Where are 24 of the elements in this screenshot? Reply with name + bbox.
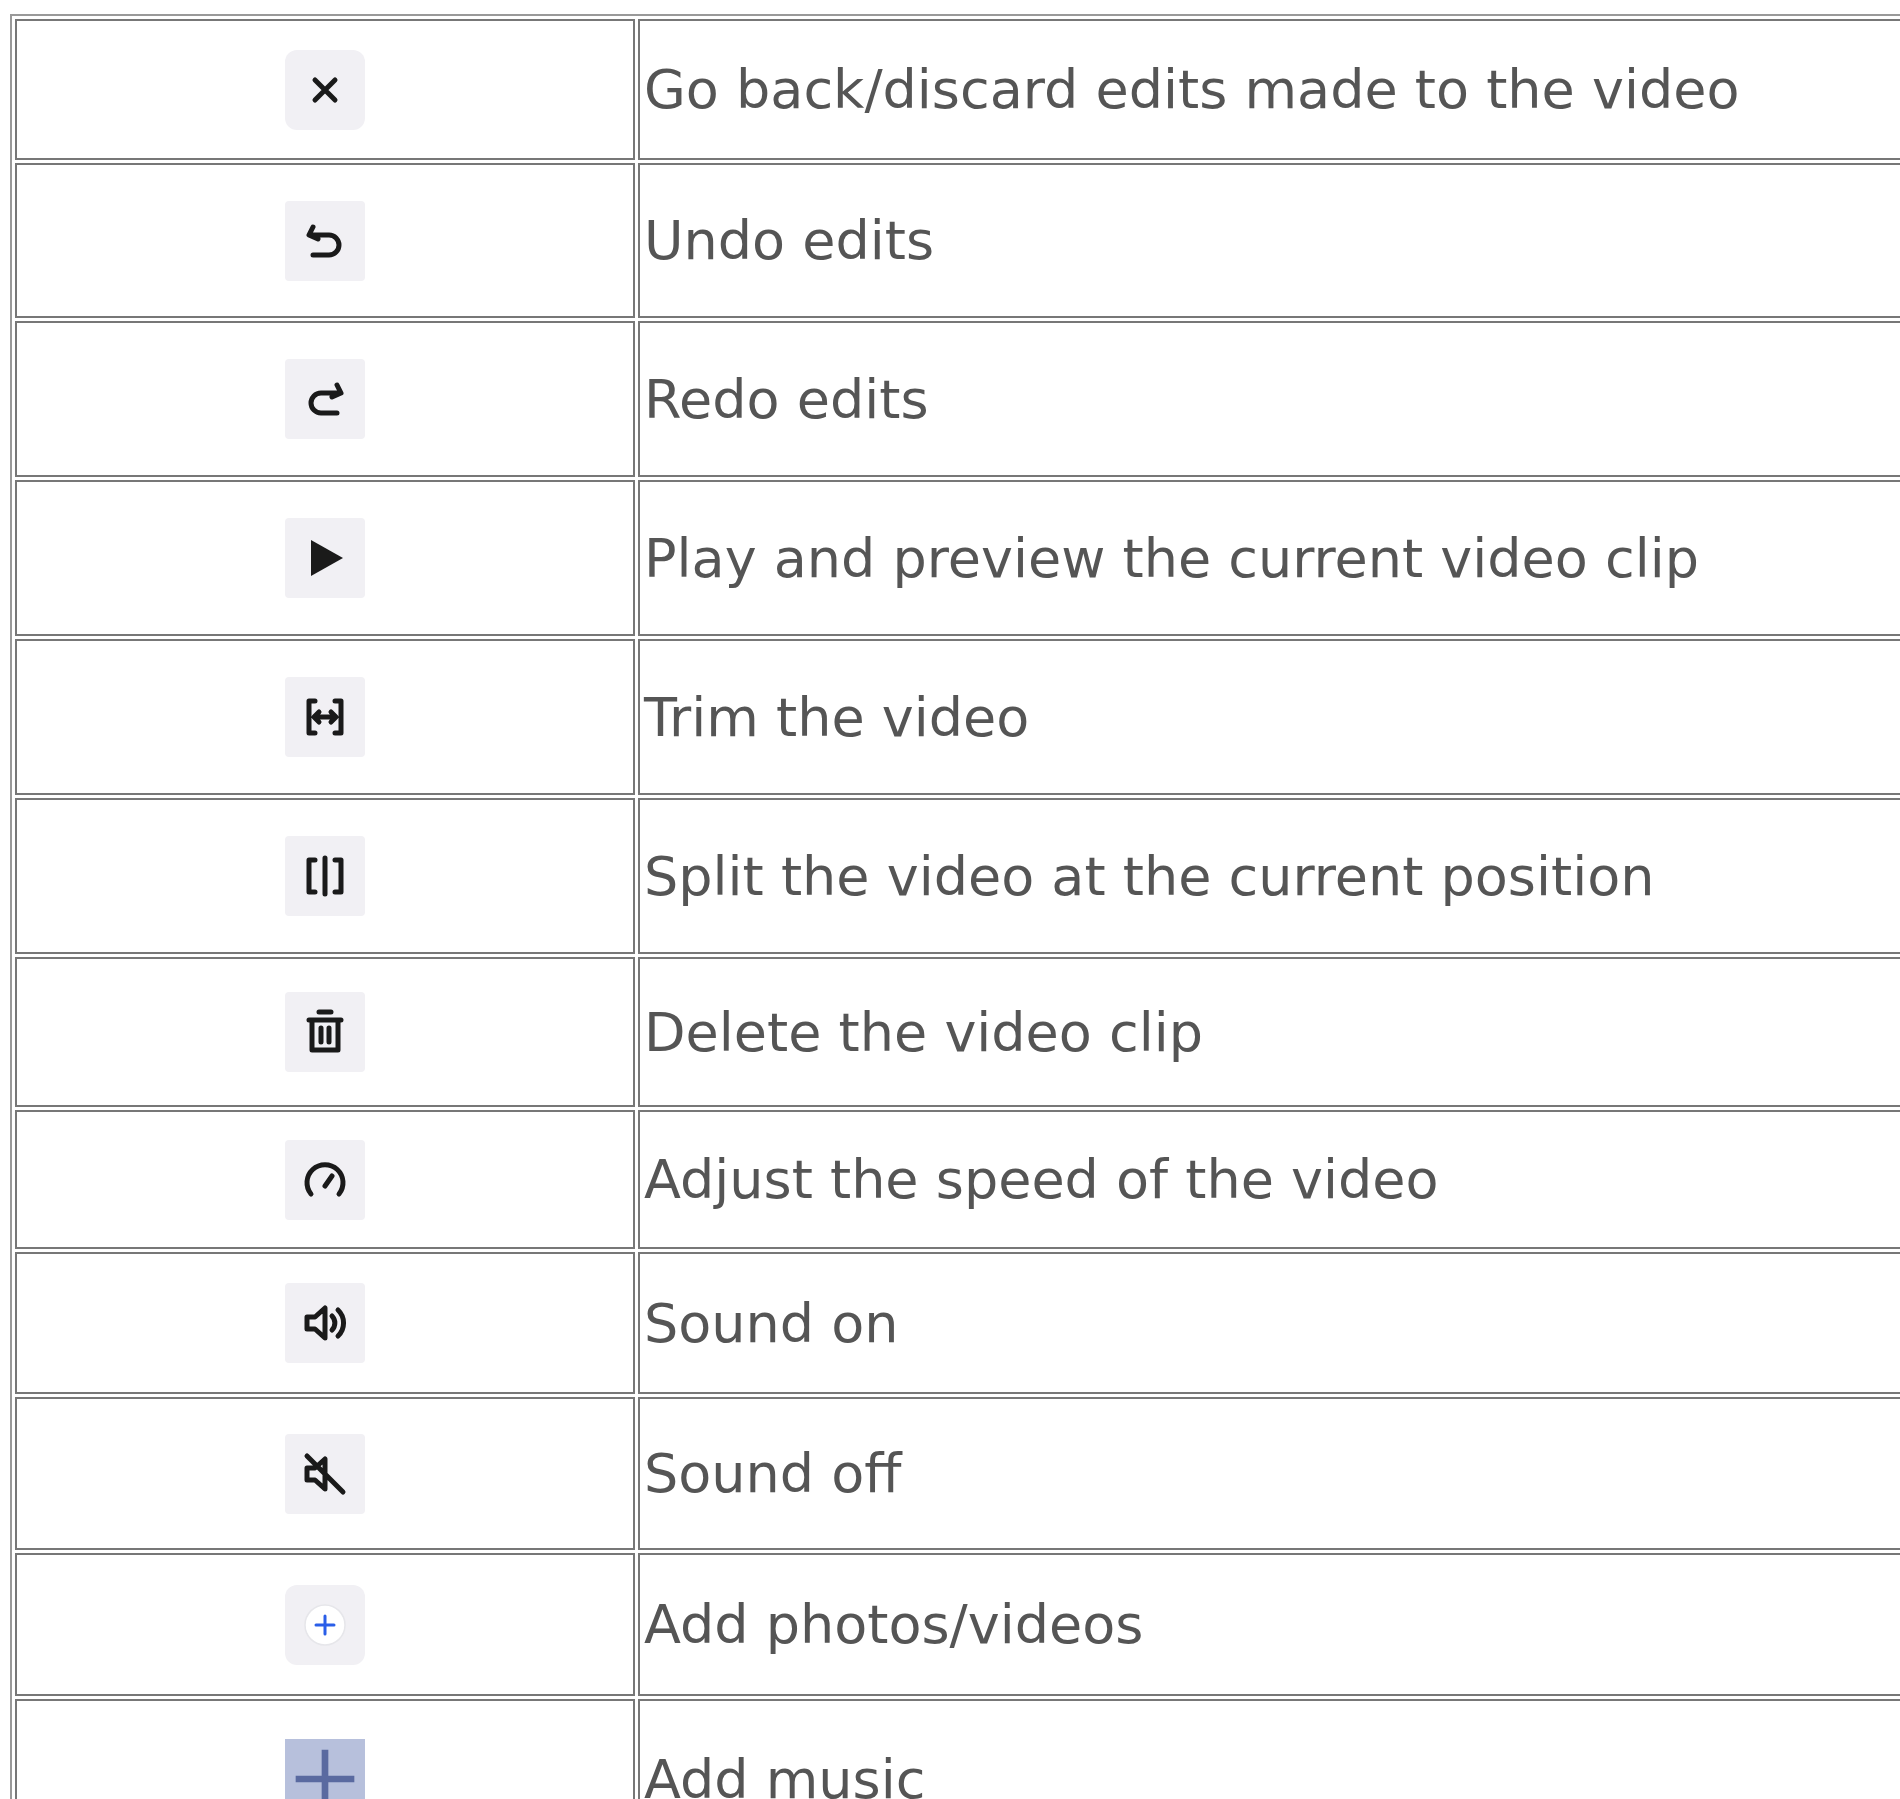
plus-icon bbox=[285, 1739, 365, 1799]
description-cell: Split the video at the current position bbox=[638, 798, 1900, 954]
description-cell: Add music bbox=[638, 1699, 1900, 1799]
description-cell: Play and preview the current video clip bbox=[638, 480, 1900, 636]
description-cell: Sound on bbox=[638, 1252, 1900, 1394]
description-cell: Trim the video bbox=[638, 639, 1900, 795]
description-cell: Go back/discard edits made to the video bbox=[638, 19, 1900, 160]
split-icon bbox=[285, 836, 365, 916]
close-icon bbox=[285, 49, 365, 130]
speaker-icon bbox=[285, 1283, 365, 1363]
description-cell: Adjust the speed of the video bbox=[638, 1110, 1900, 1249]
muted-speaker-icon bbox=[285, 1433, 365, 1514]
description-cell: Sound off bbox=[638, 1397, 1900, 1550]
undo-icon bbox=[285, 200, 365, 281]
trash-icon bbox=[285, 992, 365, 1072]
description-cell: Undo edits bbox=[638, 163, 1900, 318]
speedometer-icon bbox=[285, 1139, 365, 1220]
description-cell: Redo edits bbox=[638, 321, 1900, 477]
trim-icon bbox=[285, 677, 365, 757]
plus-icon bbox=[285, 1584, 365, 1665]
description-cell: Delete the video clip bbox=[638, 957, 1900, 1107]
redo-icon bbox=[285, 359, 365, 439]
play-icon bbox=[285, 518, 365, 598]
description-cell: Add photos/videos bbox=[638, 1553, 1900, 1696]
